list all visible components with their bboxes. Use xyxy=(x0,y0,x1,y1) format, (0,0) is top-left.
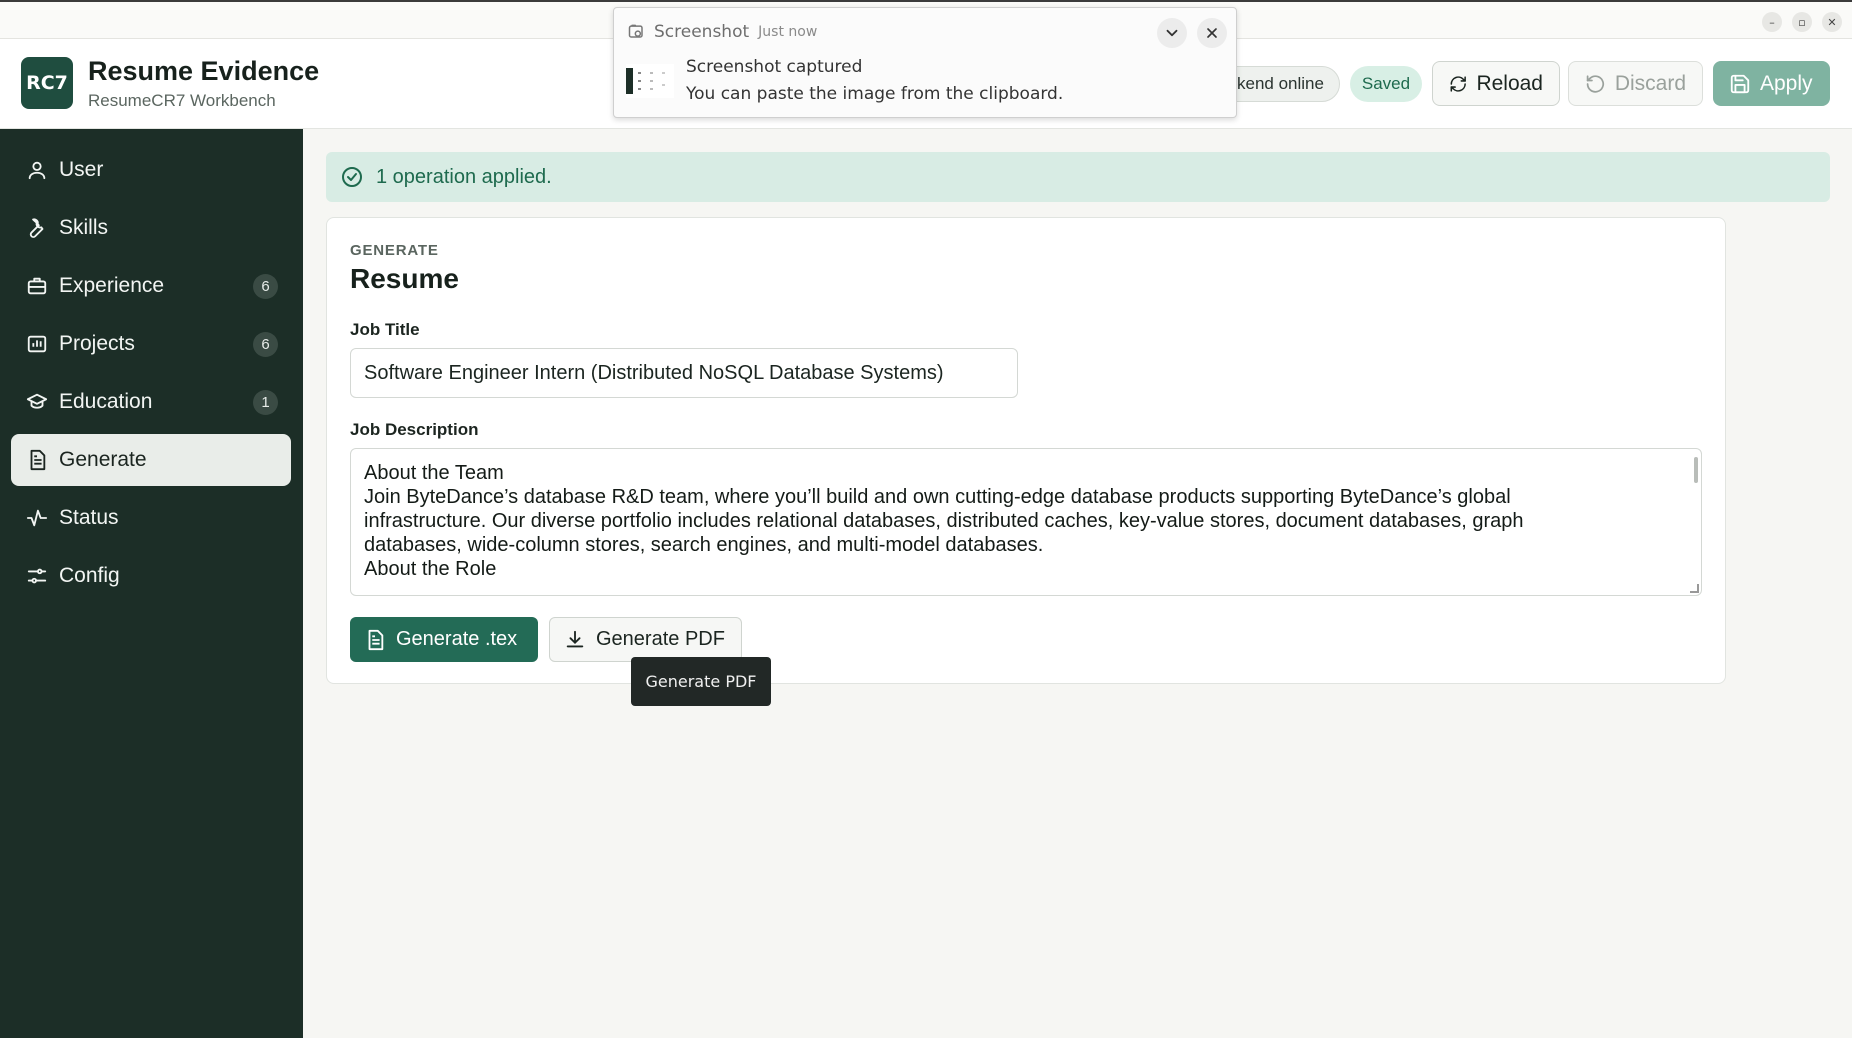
close-window-button[interactable]: ✕ xyxy=(1822,12,1842,32)
sidebar-item-projects[interactable]: Projects 6 xyxy=(11,318,291,370)
alert-message: 1 operation applied. xyxy=(376,165,552,188)
refresh-icon xyxy=(1450,75,1466,92)
briefcase-icon xyxy=(25,274,49,298)
download-icon xyxy=(566,630,584,647)
check-circle-icon xyxy=(342,167,362,187)
file-icon xyxy=(368,629,384,650)
resize-handle[interactable] xyxy=(1690,584,1699,593)
sidebar-item-label: Projects xyxy=(59,332,135,355)
generate-pdf-label: Generate PDF xyxy=(596,628,725,650)
generate-pdf-tooltip: Generate PDF xyxy=(631,657,771,706)
notification-time: Just now xyxy=(758,24,818,40)
sidebar-item-label: Status xyxy=(59,506,119,529)
app-logo: RC7 xyxy=(21,57,73,109)
sidebar-item-status[interactable]: Status xyxy=(11,492,291,544)
document-icon xyxy=(25,448,49,472)
textarea-scrollbar[interactable] xyxy=(1694,457,1698,483)
sidebar-item-label: Education xyxy=(59,390,153,413)
window-controls: – ▫ ✕ xyxy=(1762,12,1842,32)
activity-icon xyxy=(25,506,49,530)
generate-tex-button[interactable]: Generate .tex xyxy=(350,617,538,662)
screenshot-notification[interactable]: Screenshot Just now Screenshot captured … xyxy=(613,7,1237,118)
sliders-icon xyxy=(25,564,49,588)
sidebar-item-label: Skills xyxy=(59,216,109,239)
sidebar-item-label: Generate xyxy=(59,448,147,471)
job-title-label: Job Title xyxy=(350,320,420,339)
job-description-label: Job Description xyxy=(350,420,479,439)
description-line: databases, wide-column stores, search en… xyxy=(364,534,1044,556)
screenshot-thumbnail xyxy=(626,64,674,98)
notification-header: Screenshot Just now xyxy=(627,22,817,42)
generate-pdf-button[interactable]: Generate PDF xyxy=(549,617,742,662)
description-line: About the Team xyxy=(364,462,504,484)
reload-label: Reload xyxy=(1476,71,1543,95)
chevron-down-icon xyxy=(1166,29,1178,37)
app-title: Resume Evidence xyxy=(88,56,320,86)
app-subtitle: ResumeCR7 Workbench xyxy=(88,91,276,110)
job-description-textarea[interactable]: About the Team Join ByteDance’s database… xyxy=(350,448,1702,596)
job-title-input[interactable]: Software Engineer Intern (Distributed No… xyxy=(350,348,1018,398)
apply-button[interactable]: Apply xyxy=(1713,61,1830,106)
sidebar-item-config[interactable]: Config xyxy=(11,550,291,602)
sidebar-item-label: User xyxy=(59,158,104,181)
notification-app-name: Screenshot xyxy=(654,22,750,42)
sidebar-item-experience[interactable]: Experience 6 xyxy=(11,260,291,312)
success-alert: 1 operation applied. xyxy=(326,152,1830,202)
presentation-icon xyxy=(25,332,49,356)
sidebar-item-skills[interactable]: Skills xyxy=(11,202,291,254)
generate-tex-label: Generate .tex xyxy=(396,628,518,650)
sidebar-item-education[interactable]: Education 1 xyxy=(11,376,291,428)
discard-button[interactable]: Discard xyxy=(1568,61,1703,106)
wrench-icon xyxy=(25,216,49,240)
notification-summary: Screenshot captured xyxy=(686,57,863,77)
description-line: infrastructure. Our diverse portfolio in… xyxy=(364,510,1524,532)
sidebar-item-label: Config xyxy=(59,564,120,587)
save-icon xyxy=(1730,74,1750,93)
count-badge: 6 xyxy=(253,332,278,357)
undo-icon xyxy=(1586,74,1605,93)
saved-status-badge: Saved xyxy=(1350,66,1422,102)
maximize-button[interactable]: ▫ xyxy=(1792,12,1812,32)
camera-icon xyxy=(628,24,643,38)
close-icon xyxy=(1207,28,1217,38)
expand-button[interactable] xyxy=(1157,18,1187,48)
generate-card: GENERATE Resume Job Title Software Engin… xyxy=(326,217,1726,684)
notification-body: You can paste the image from the clipboa… xyxy=(686,84,1064,104)
card-title: Resume xyxy=(350,263,459,294)
user-icon xyxy=(25,158,49,182)
description-line: About the Role xyxy=(364,558,497,580)
reload-button[interactable]: Reload xyxy=(1432,61,1560,106)
description-line: Join ByteDance’s database R&D team, wher… xyxy=(364,486,1511,508)
minimize-button[interactable]: – xyxy=(1762,12,1782,32)
sidebar-item-label: Experience xyxy=(59,274,165,297)
sidebar-item-generate[interactable]: Generate xyxy=(11,434,291,486)
count-badge: 1 xyxy=(253,390,278,415)
section-eyebrow: GENERATE xyxy=(350,242,439,259)
job-title-value: Software Engineer Intern (Distributed No… xyxy=(364,361,944,384)
count-badge: 6 xyxy=(253,274,278,299)
apply-label: Apply xyxy=(1760,71,1813,95)
sidebar-item-user[interactable]: User xyxy=(11,144,291,196)
graduation-cap-icon xyxy=(25,390,49,414)
close-notification-button[interactable] xyxy=(1197,18,1227,48)
discard-label: Discard xyxy=(1614,71,1686,95)
sidebar: User Skills Experience 6 Projects 6 Educ… xyxy=(0,129,303,1038)
